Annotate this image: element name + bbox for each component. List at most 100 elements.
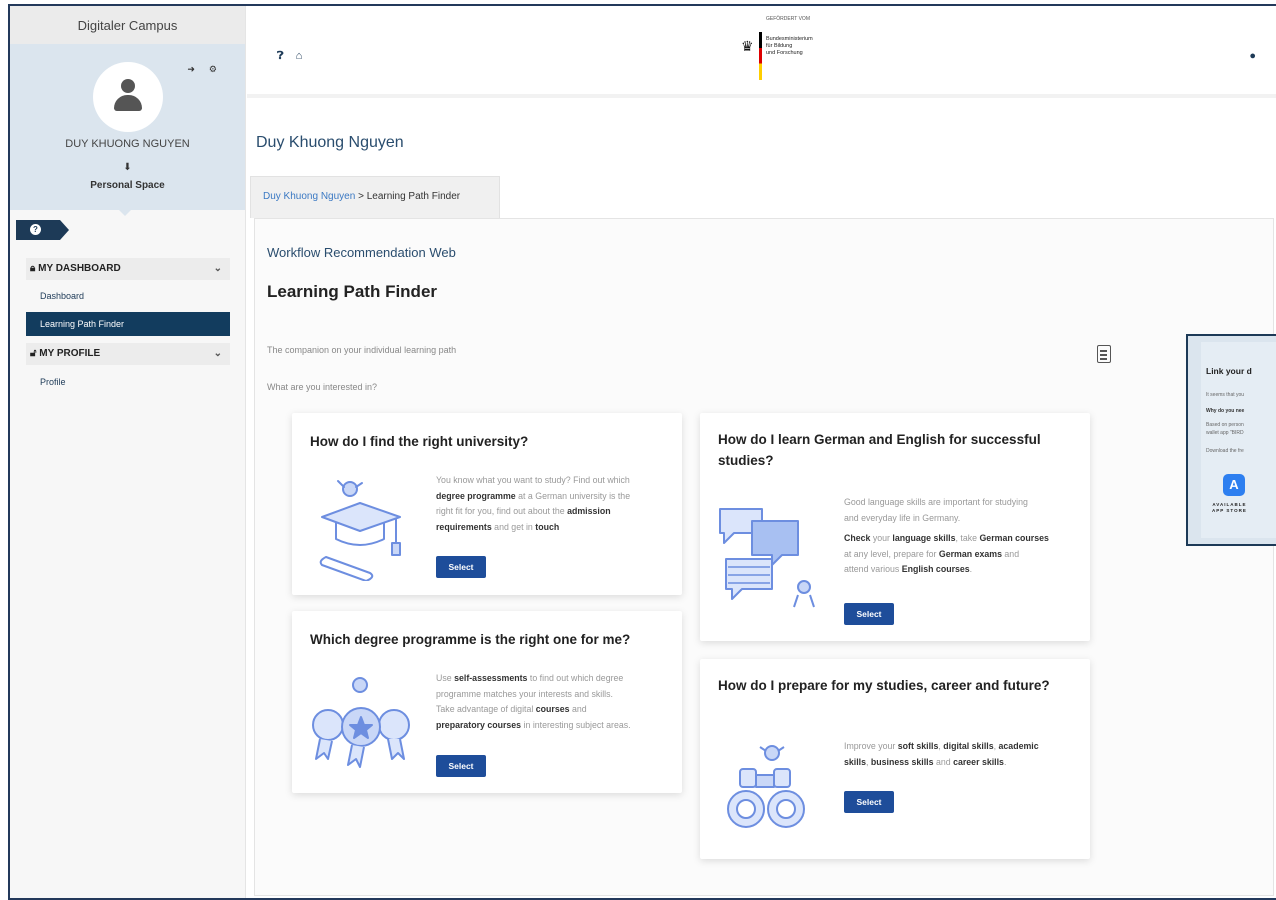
card-description: Good language skills are important for s… (844, 495, 1084, 578)
campus-title: Digitaler Campus (10, 6, 245, 44)
page-heading: Learning Path Finder (267, 282, 438, 301)
award-medals-icon (312, 677, 410, 768)
nav-section-label: MY DASHBOARD (38, 263, 121, 274)
header-icons: ❓︎⌂ (277, 50, 314, 63)
description-line: and get in (491, 521, 536, 532)
avatar[interactable] (93, 62, 163, 132)
card-find-university: How do I find the right university? You … (292, 413, 682, 595)
description-line: and (933, 756, 954, 767)
description-bold: skills (844, 756, 867, 767)
description-line: , take (955, 533, 980, 543)
personal-space-link[interactable]: Personal Space (10, 180, 245, 191)
ministry-line: Bundesministerium (766, 36, 813, 42)
help-icon: ? (30, 224, 41, 235)
wallet-line: Download the fre (1206, 448, 1244, 454)
select-button-languages[interactable]: Select (844, 603, 894, 625)
page-title: Duy Khuong Nguyen (256, 134, 404, 151)
description-line: right fit for you, find out about the (436, 506, 568, 516)
description-line: programme matches your interests and ski… (436, 688, 613, 699)
description-bold: German courses (979, 533, 1049, 543)
ministry-line: und Forschung (766, 50, 803, 56)
description-line: and (1001, 548, 1020, 559)
select-button-university[interactable]: Select (436, 556, 486, 578)
wallet-line: Why do you nee (1206, 408, 1245, 414)
description-bold: digital skills (943, 741, 994, 751)
logout-icon[interactable]: ➜ (187, 64, 209, 74)
sidebar-item-learning-path-finder[interactable]: Learning Path Finder (26, 312, 230, 336)
top-header: ❓︎⌂ GEFÖRDERT VOM ♛ Bundesministerium fü… (247, 6, 1276, 98)
card-learn-languages: How do I learn German and English for su… (700, 413, 1090, 641)
personal-space-icon: ⬇ (123, 162, 132, 173)
app-store-icon[interactable]: A (1223, 474, 1245, 496)
unlock-icon: 🔓︎ (30, 348, 37, 359)
main-content: Workflow Recommendation Web Learning Pat… (254, 218, 1274, 896)
description-line: Improve your (844, 741, 898, 751)
description-line: Good language skills are important for s… (844, 497, 1028, 507)
description-line: to find out which degree (527, 673, 624, 683)
help-tab[interactable]: ? (16, 220, 69, 240)
nav-section-my-profile[interactable]: 🔓︎ MY PROFILE ⌄ (26, 343, 230, 365)
select-button-career[interactable]: Select (844, 791, 894, 813)
card-description: Improve your soft skills, digital skills… (844, 739, 1084, 770)
user-name: DUY KHUONG NGUYEN (65, 138, 190, 150)
wallet-line: wallet app "BIRD (1206, 430, 1244, 436)
description-bold: English courses (901, 564, 970, 574)
profile-actions: ➜⚙ (187, 64, 231, 75)
wallet-line: Based on person (1206, 422, 1244, 428)
bmbf-logo: ♛ Bundesministerium für Bildung und Fors… (741, 32, 851, 80)
description-line: and (569, 704, 587, 714)
eagle-icon: ♛ (741, 38, 754, 54)
nav-section-my-dashboard[interactable]: 🔒︎ MY DASHBOARD ⌄ (26, 258, 230, 280)
badge-line: APP STORE (1212, 508, 1247, 513)
speech-bubbles-icon (719, 508, 815, 608)
wallet-link-popup: Link your d It seems that you Why do you… (1186, 334, 1276, 546)
description-bold: preparatory courses (436, 719, 522, 730)
card-title: How do I prepare for my studies, career … (718, 678, 1050, 693)
description-line: You know what you want to study? Find ou… (436, 475, 630, 485)
breadcrumb-link[interactable]: Duy Khuong Nguyen (263, 191, 355, 202)
description-bold: Check (844, 533, 871, 543)
select-button-degree[interactable]: Select (436, 755, 486, 777)
help-icon[interactable]: ❓︎ (277, 50, 296, 62)
settings-icon[interactable]: ⚙ (209, 64, 231, 74)
description-line: at any level, prepare for (844, 548, 939, 559)
home-icon[interactable]: ⌂ (296, 50, 315, 62)
card-description: You know what you want to study? Find ou… (436, 473, 670, 535)
description-bold: touch (535, 521, 560, 532)
breadcrumb: Duy Khuong Nguyen > Learning Path Finder (250, 176, 500, 218)
description-bold: career skills (953, 756, 1004, 767)
browser-frame: Digitaler Campus ➜⚙ DUY KHUONG NGUYEN ⬇ … (8, 4, 1276, 900)
workflow-title: Workflow Recommendation Web (267, 245, 456, 260)
breadcrumb-current: Learning Path Finder (366, 191, 461, 202)
graduation-cap-icon (319, 480, 401, 581)
description-line: . (1003, 756, 1007, 767)
description-bold: soft skills (897, 741, 939, 751)
app-store-badge[interactable]: AVAILABLE APP STORE (1212, 502, 1247, 514)
description-bold: requirements (436, 521, 492, 532)
wallet-title: Link your d (1206, 366, 1252, 376)
card-description: Use self-assessments to find out which d… (436, 671, 670, 733)
description-line: and everyday life in Germany. (844, 512, 961, 523)
ministry-line: für Bildung (766, 43, 793, 49)
question-text: What are you interested in? (267, 382, 378, 392)
description-line: attend various (844, 564, 902, 574)
sidebar: Digitaler Campus ➜⚙ DUY KHUONG NGUYEN ⬇ … (10, 6, 246, 898)
binoculars-icon (727, 745, 805, 828)
chevron-down-icon: ⌄ (213, 263, 222, 274)
card-title: How do I learn German and English for su… (718, 432, 1041, 468)
description-line: in interesting subject areas. (521, 719, 631, 730)
sidebar-item-profile[interactable]: Profile (26, 370, 230, 394)
breadcrumb-separator: > (355, 191, 367, 202)
edit-note-icon[interactable] (1097, 345, 1111, 363)
sidebar-item-dashboard[interactable]: Dashboard (26, 284, 230, 308)
lock-icon: 🔒︎ (30, 263, 36, 274)
nav-section-label: MY PROFILE (39, 348, 101, 359)
profile-panel: ➜⚙ DUY KHUONG NGUYEN ⬇ Personal Space (10, 44, 245, 216)
description-bold: self-assessments (454, 673, 528, 683)
user-icon[interactable]: ● (1249, 50, 1256, 62)
chevron-down-icon: ⌄ (213, 348, 222, 359)
description-line: your (870, 533, 893, 543)
description-bold: degree programme (436, 490, 516, 501)
card-title: Which degree programme is the right one … (310, 632, 631, 647)
description-bold: courses (535, 704, 570, 714)
